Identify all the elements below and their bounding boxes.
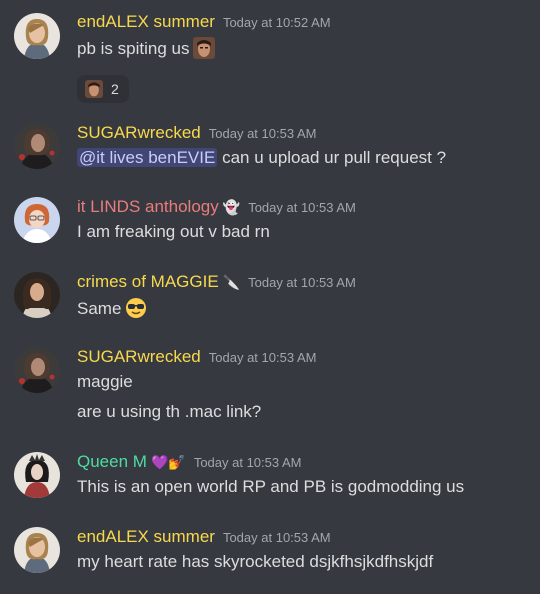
message-text: This is an open world RP and PB is godmo… <box>77 477 465 496</box>
message-header: Queen M 💜💅 Today at 10:53 AM <box>77 452 302 472</box>
message-header: endALEX summer Today at 10:53 AM <box>77 527 331 547</box>
timestamp: Today at 10:53 AM <box>248 200 356 215</box>
custom-face-emoji-icon <box>193 37 216 59</box>
avatar[interactable] <box>14 452 60 498</box>
avatar[interactable] <box>14 197 60 243</box>
message-line: I am freaking out v bad rn <box>77 222 270 242</box>
message-line: Same <box>77 297 147 319</box>
reaction-button[interactable]: 2 <box>77 75 129 103</box>
username[interactable]: Queen M <box>77 452 147 472</box>
avatar[interactable] <box>14 123 60 169</box>
message-line: maggie <box>77 372 133 392</box>
message-text: can u upload ur pull request ? <box>222 148 447 167</box>
ghost-icon: 👻 <box>222 199 241 215</box>
message-text: are u using th .mac link? <box>77 402 262 421</box>
message-line: This is an open world RP and PB is godmo… <box>77 477 464 497</box>
avatar-woman-blonde-icon <box>14 527 60 573</box>
message-header: it LINDS anthology 👻 Today at 10:53 AM <box>77 197 356 217</box>
avatar[interactable] <box>14 347 60 393</box>
avatar-queen-drawing-icon <box>14 452 60 498</box>
avatar-dark-portrait-icon <box>14 123 60 169</box>
username[interactable]: endALEX summer <box>77 527 215 547</box>
avatar[interactable] <box>14 272 60 318</box>
message-header: endALEX summer Today at 10:52 AM <box>77 12 331 32</box>
sunglasses-emoji-icon <box>125 297 147 319</box>
avatar-dark-portrait-icon <box>14 347 60 393</box>
timestamp: Today at 10:53 AM <box>208 350 317 365</box>
message-line: pb is spiting us <box>77 37 216 59</box>
user-mention[interactable]: @it lives benEVIE <box>77 148 218 167</box>
timestamp: Today at 10:53 AM <box>222 530 331 545</box>
avatar[interactable] <box>14 13 60 59</box>
username[interactable]: SUGARwrecked <box>77 123 201 143</box>
reaction-count: 2 <box>111 81 119 97</box>
message-text: maggie <box>77 372 133 391</box>
timestamp: Today at 10:52 AM <box>222 15 331 30</box>
avatar[interactable] <box>14 527 60 573</box>
username[interactable]: crimes of MAGGIE <box>77 272 219 292</box>
message-header: SUGARwrecked Today at 10:53 AM <box>77 347 316 367</box>
avatar-woman-blonde-icon <box>14 13 60 59</box>
message-text: Same <box>77 299 122 318</box>
message-header: crimes of MAGGIE 🔪 Today at 10:53 AM <box>77 272 356 292</box>
username[interactable]: SUGARwrecked <box>77 347 201 367</box>
username[interactable]: it LINDS anthology <box>77 197 219 217</box>
username[interactable]: endALEX summer <box>77 12 215 32</box>
avatar-woman-dark-hair-icon <box>14 272 60 318</box>
purple-heart-icon: 💜💅 <box>150 454 186 470</box>
message-line: my heart rate has skyrocketed dsjkfhsjkd… <box>77 552 433 572</box>
message-line: are u using th .mac link? <box>77 402 261 422</box>
knife-icon: 🔪 <box>222 274 241 290</box>
message-text: I am freaking out v bad rn <box>77 222 270 241</box>
avatar-cartoon-girl-icon <box>14 197 60 243</box>
timestamp: Today at 10:53 AM <box>248 275 356 290</box>
timestamp: Today at 10:53 AM <box>193 455 302 470</box>
custom-face-emoji-icon <box>85 80 103 98</box>
message-header: SUGARwrecked Today at 10:53 AM <box>77 123 316 143</box>
message-text: my heart rate has skyrocketed dsjkfhsjkd… <box>77 552 434 571</box>
message-line: @it lives benEVIE can u upload ur pull r… <box>77 148 446 168</box>
message-text: pb is spiting us <box>77 39 190 58</box>
timestamp: Today at 10:53 AM <box>208 126 317 141</box>
